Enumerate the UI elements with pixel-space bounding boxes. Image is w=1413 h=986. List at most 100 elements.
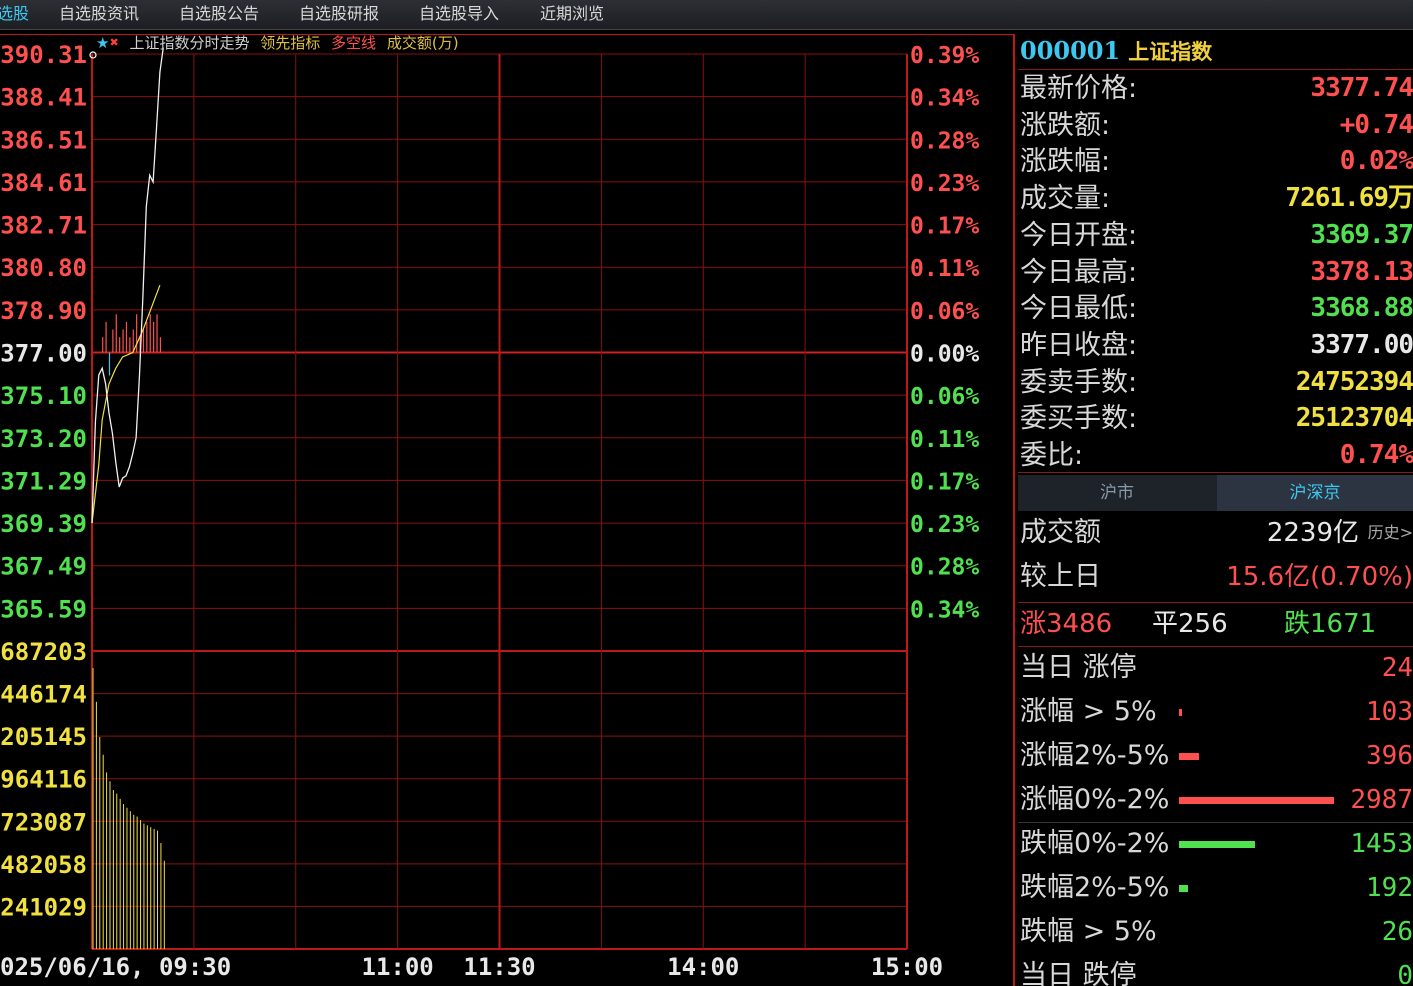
tab-stock-picker[interactable]: 选股 — [0, 0, 29, 30]
quote-row: 今日最低: 3368.88 — [1018, 290, 1413, 327]
pct-tick-label: 0.23% — [910, 171, 979, 197]
breadth-value: 26 — [1381, 917, 1413, 947]
quote-value: 3368.88 — [1310, 293, 1413, 324]
breadth-value: 2987 — [1350, 785, 1413, 815]
breadth-label: 涨幅 > 5% — [1020, 696, 1157, 727]
quote-row: 委卖手数: 24752394 — [1018, 364, 1413, 401]
turnover-row: 成交额 2239亿 历史> — [1018, 511, 1413, 555]
breadth-label: 跌幅0%-2% — [1020, 828, 1170, 859]
chart-title: 上证指数分时走势 — [129, 34, 250, 52]
breadth-row: 当日 跌停 0 — [1018, 954, 1413, 986]
breadth-row: 跌幅0%-2% 1453 — [1018, 822, 1413, 866]
tab-watchlist-news[interactable]: 自选股资讯 — [59, 0, 139, 30]
quote-value: 24752394 — [1295, 366, 1413, 397]
quote-label: 涨跌额: — [1020, 109, 1111, 141]
breadth-value: 192 — [1366, 873, 1413, 903]
volume-tick-label: 446174 — [0, 681, 87, 709]
breadth-bar — [1179, 885, 1189, 892]
quote-value: 3377.00 — [1310, 329, 1413, 360]
quote-label: 今日最低: — [1020, 293, 1138, 325]
breadth-value: 1453 — [1350, 829, 1413, 859]
quote-label: 委卖手数: — [1020, 366, 1138, 398]
breadth-value: 396 — [1366, 741, 1413, 771]
indicator-leading[interactable]: 领先指标 — [260, 34, 320, 52]
vs-prev-label: 较上日 — [1020, 561, 1101, 592]
pct-tick-label: 0.39% — [910, 43, 979, 69]
pct-tick-label: 0.11% — [910, 427, 979, 453]
tab-watchlist-research[interactable]: 自选股研报 — [299, 0, 379, 30]
quote-label: 成交量: — [1020, 183, 1111, 215]
price-tick-label: 373.20 — [0, 425, 87, 453]
pct-tick-label: 0.34% — [910, 86, 979, 112]
vs-prev-value: 15.6亿(0.70%) — [1226, 562, 1413, 592]
tab-sh-sz-bj-market[interactable]: 沪深京 — [1217, 475, 1413, 511]
close-icon[interactable]: ✖ — [109, 36, 118, 49]
volume-tick-label: 241029 — [0, 893, 87, 921]
price-tick-label: 365.59 — [0, 595, 87, 623]
breadth-value: 24 — [1381, 653, 1413, 683]
breadth-value: 103 — [1366, 697, 1413, 727]
volume-tick-label: 964116 — [0, 766, 87, 794]
price-tick-label: 367.49 — [0, 553, 87, 581]
quote-label: 委比: — [1020, 440, 1084, 471]
chart-header: ★✖ 上证指数分时走势 领先指标 多空线 成交额(万) — [96, 34, 465, 52]
pct-tick-label: 0.06% — [910, 384, 979, 410]
volume-tick-label: 687203 — [0, 638, 87, 666]
indicator-turnover[interactable]: 成交额(万) — [387, 34, 459, 52]
volume-tick-label: 482058 — [0, 851, 87, 879]
flat-count: 平256 — [1152, 609, 1228, 639]
breadth-label: 当日 跌停 — [1020, 960, 1137, 986]
top-tab-bar: 选股 自选股资讯 自选股公告 自选股研报 自选股导入 近期浏览 — [0, 0, 1413, 30]
breadth-row: 跌幅2%-5% 192 — [1018, 866, 1413, 910]
security-code: 000001 — [1020, 36, 1121, 65]
security-name: 上证指数 — [1128, 40, 1213, 64]
down-count: 跌1671 — [1284, 609, 1377, 639]
pct-tick-label: 0.00% — [910, 342, 979, 368]
price-tick-label: 378.90 — [0, 297, 87, 325]
vs-prev-row: 较上日 15.6亿(0.70%) — [1018, 555, 1413, 599]
pct-tick-label: 0.17% — [910, 214, 979, 240]
quote-info-panel: 000001 上证指数 最新价格: 3377.74 涨跌额: +0.74 涨跌幅: 0.02… — [1018, 34, 1413, 986]
market-tabs: 沪市 沪深京 — [1018, 475, 1413, 511]
tab-watchlist-import[interactable]: 自选股导入 — [419, 0, 499, 30]
quote-value: 7261.69万 — [1285, 183, 1413, 214]
price-tick-label: 375.10 — [0, 382, 87, 410]
pct-tick-label: 0.23% — [910, 512, 979, 538]
breadth-bar — [1179, 709, 1183, 716]
price-line — [91, 47, 164, 524]
star-icon[interactable]: ★ — [96, 34, 109, 52]
intraday-chart[interactable]: 390.31 0.39% 388.41 0.34% 386.51 0.28% 384.61 0… — [0, 34, 1016, 986]
tab-recent-browse[interactable]: 近期浏览 — [540, 0, 604, 30]
quote-row: 今日最高: 3378.13 — [1018, 254, 1413, 291]
indicator-long-short[interactable]: 多空线 — [331, 34, 376, 52]
time-axis-label: 025/06/16, 09:30 — [0, 953, 231, 981]
breadth-label: 当日 涨停 — [1020, 652, 1137, 683]
quote-row: 成交量: 7261.69万 — [1018, 180, 1413, 217]
tab-watchlist-announcements[interactable]: 自选股公告 — [179, 0, 259, 30]
price-tick-label: 386.51 — [0, 126, 87, 154]
up-count: 涨3486 — [1020, 609, 1113, 639]
turnover-label: 成交额 — [1020, 517, 1101, 548]
time-axis-label: 11:00 — [362, 953, 434, 981]
price-tick-label: 390.31 — [0, 41, 87, 69]
breadth-row: 涨幅0%-2% 2987 — [1018, 778, 1413, 822]
pct-tick-label: 0.17% — [910, 469, 979, 495]
price-tick-label: 382.71 — [0, 212, 87, 240]
quote-row: 昨日收盘: 3377.00 — [1018, 327, 1413, 364]
history-link[interactable]: 历史> — [1368, 511, 1413, 555]
quote-row: 委买手数: 25123704 — [1018, 400, 1413, 437]
quote-value: 3377.74 — [1310, 73, 1413, 103]
breadth-bar — [1179, 797, 1334, 804]
quote-row: 最新价格: 3377.74 — [1018, 70, 1413, 107]
divider — [1018, 472, 1413, 473]
intraday-chart-panel[interactable]: 390.31 0.39% 388.41 0.34% 386.51 0.28% 384.61 0… — [0, 34, 1016, 986]
pct-tick-label: 0.28% — [910, 555, 979, 581]
quote-label: 委买手数: — [1020, 403, 1138, 435]
quote-label: 最新价格: — [1020, 73, 1138, 104]
breadth-summary-row: 涨3486 平256 跌1671 — [1018, 602, 1413, 646]
quote-value: 3369.37 — [1310, 219, 1413, 250]
quote-label: 昨日收盘: — [1020, 329, 1138, 361]
tab-shanghai-market[interactable]: 沪市 — [1018, 475, 1216, 511]
breadth-row: 跌幅 > 5% 26 — [1018, 910, 1413, 954]
breadth-value: 0 — [1397, 961, 1413, 986]
